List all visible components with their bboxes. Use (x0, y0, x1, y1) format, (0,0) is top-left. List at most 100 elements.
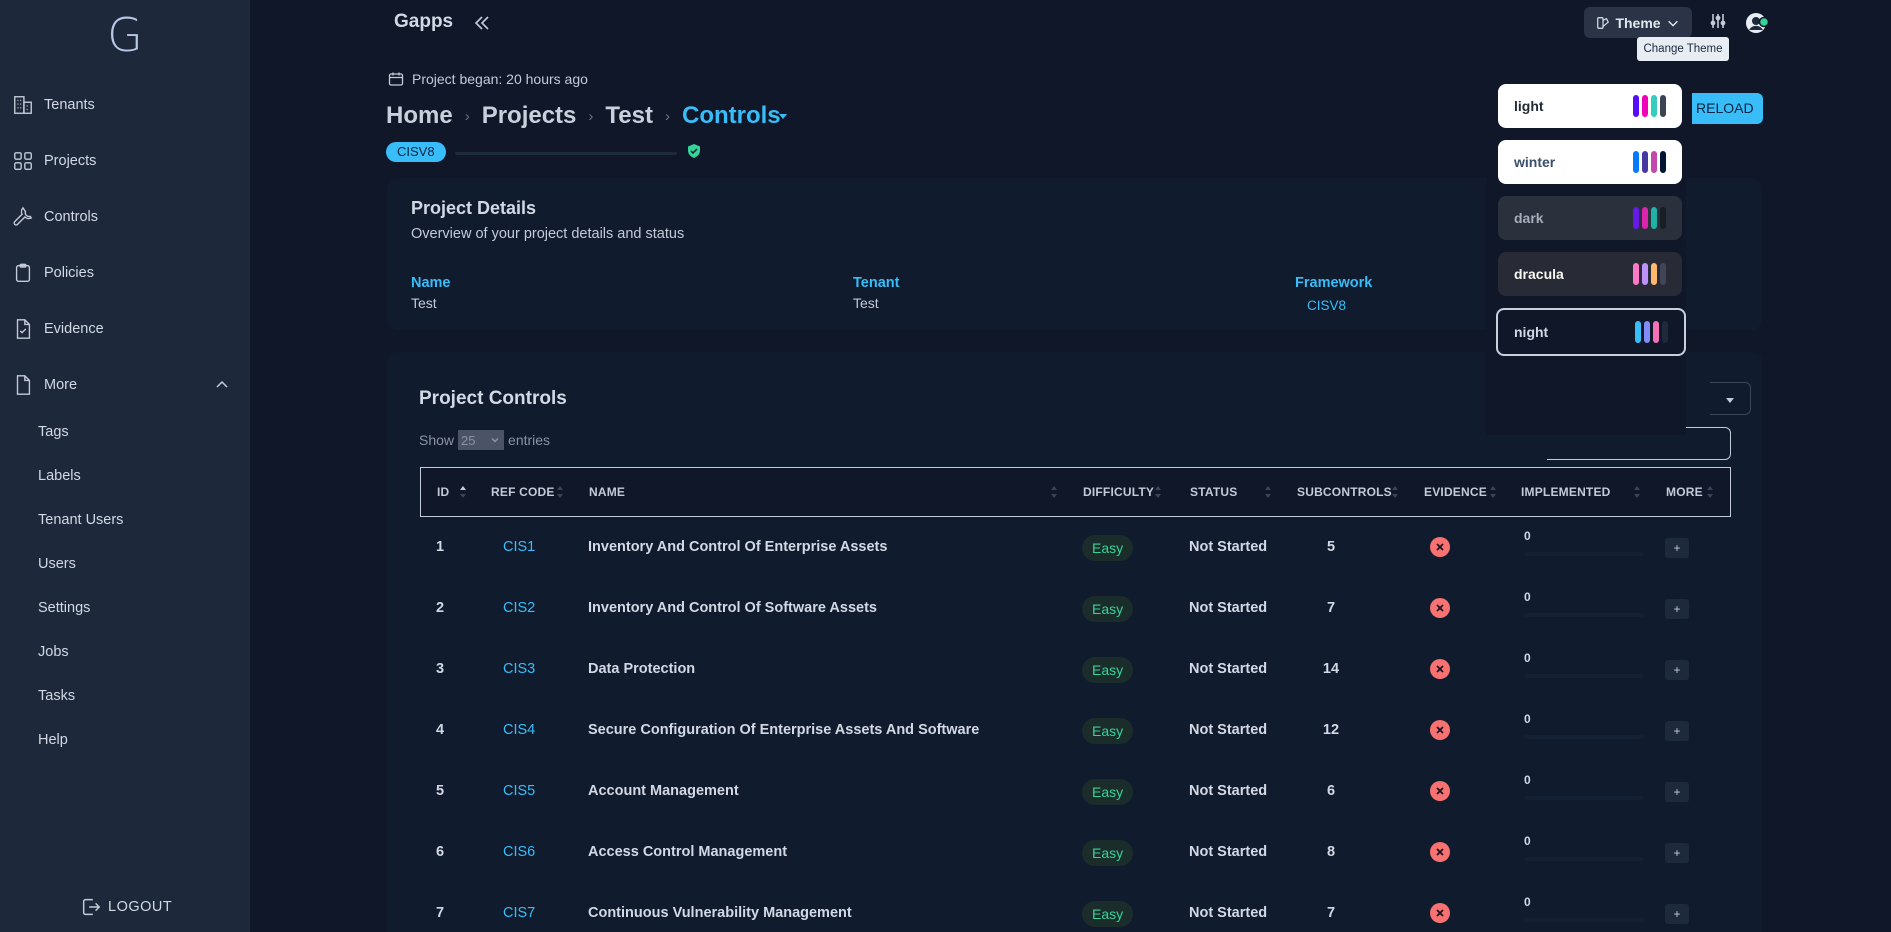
cell-name[interactable]: Access Control Management (588, 822, 787, 882)
theme-option-night[interactable]: night (1496, 308, 1686, 356)
sidebar-item-policies[interactable]: Policies (12, 258, 238, 288)
column-header-name[interactable]: NAME (589, 468, 625, 516)
filter-select[interactable] (1710, 382, 1751, 415)
sidebar-sub-tags[interactable]: Tags (38, 421, 69, 443)
sort-icon[interactable] (1706, 485, 1714, 499)
cell-ref-code[interactable]: CIS3 (503, 639, 535, 699)
breadcrumb-separator: › (588, 107, 594, 125)
implemented-value: 0 (1524, 529, 1531, 543)
sidebar-sub-users[interactable]: Users (38, 553, 76, 575)
reload-button[interactable]: RELOAD (1692, 93, 1763, 124)
project-details-subtitle: Overview of your project details and sta… (411, 226, 685, 242)
cell-name[interactable]: Continuous Vulnerability Management (588, 883, 852, 932)
avatar-icon[interactable] (1744, 10, 1770, 36)
cell-subcontrols: 6 (1326, 783, 1336, 799)
implemented-progress (1524, 857, 1644, 861)
cell-ref-code[interactable]: CIS5 (503, 761, 535, 821)
cell-name[interactable]: Inventory And Control Of Enterprise Asse… (588, 517, 887, 577)
sidebar-item-more[interactable]: More (12, 370, 238, 400)
collapse-sidebar-icon[interactable] (472, 13, 492, 33)
sort-icon[interactable] (1489, 485, 1497, 499)
more-button[interactable]: + (1665, 782, 1689, 802)
sort-icon[interactable] (1391, 485, 1399, 499)
more-button[interactable]: + (1665, 721, 1689, 741)
theme-option-label: light (1514, 98, 1544, 114)
sidebar-item-tenants[interactable]: Tenants (12, 90, 238, 120)
chevron-up-icon[interactable] (214, 377, 230, 393)
sidebar-sub-labels[interactable]: Labels (38, 465, 81, 487)
caret-down-icon (1726, 398, 1734, 403)
cell-subcontrols: 5 (1326, 539, 1336, 555)
sidebar-item-evidence[interactable]: Evidence (12, 314, 238, 344)
chevron-down-icon (491, 437, 499, 443)
sidebar-sub-jobs[interactable]: Jobs (38, 641, 69, 663)
sidebar-item-projects[interactable]: Projects (12, 146, 238, 176)
caret-down-icon[interactable] (778, 111, 788, 121)
column-header-evidence[interactable]: EVIDENCE (1424, 468, 1487, 516)
sort-icon[interactable] (459, 485, 467, 499)
cell-ref-code[interactable]: CIS2 (503, 578, 535, 638)
sort-icon[interactable] (1264, 485, 1272, 499)
implemented-value: 0 (1524, 651, 1531, 665)
sliders-icon[interactable] (1709, 12, 1727, 30)
table-row: 1 CIS1 Inventory And Control Of Enterpri… (420, 517, 1731, 577)
framework-label: Framework (1295, 275, 1373, 291)
sort-icon[interactable] (1633, 485, 1641, 499)
cell-ref-code[interactable]: CIS1 (503, 517, 535, 577)
entries-select[interactable]: 25 (458, 430, 505, 450)
column-header-status[interactable]: STATUS (1190, 468, 1237, 516)
logout-icon (82, 898, 101, 916)
calendar-icon (388, 72, 404, 86)
column-header-subcontrols[interactable]: SUBCONTROLS (1297, 468, 1392, 516)
breadcrumb-test[interactable]: Test (605, 102, 653, 130)
sidebar-item-label: Tenants (44, 97, 95, 113)
theme-option-light[interactable]: light (1498, 84, 1682, 128)
more-button[interactable]: + (1665, 599, 1689, 619)
sidebar-item-controls[interactable]: Controls (12, 202, 238, 232)
theme-option-dark[interactable]: dark (1498, 196, 1682, 240)
table-row: 3 CIS3 Data Protection Easy Not Started … (420, 639, 1731, 699)
breadcrumb-projects[interactable]: Projects (482, 102, 577, 130)
column-header-difficulty[interactable]: DIFFICULTY (1083, 468, 1154, 516)
name-label: Name (411, 275, 451, 291)
cell-name[interactable]: Secure Configuration Of Enterprise Asset… (588, 700, 979, 760)
sort-icon[interactable] (1154, 485, 1162, 499)
cell-status: Not Started (1189, 844, 1268, 860)
theme-button[interactable]: Theme (1584, 7, 1692, 38)
sidebar-sub-help[interactable]: Help (38, 729, 68, 751)
cell-ref-code[interactable]: CIS7 (503, 883, 535, 932)
framework-value[interactable]: CISV8 (1307, 298, 1346, 313)
sidebar-sub-settings[interactable]: Settings (38, 597, 90, 619)
sidebar-sub-tenant-users[interactable]: Tenant Users (38, 509, 123, 531)
breadcrumb-home[interactable]: Home (386, 102, 453, 130)
cell-name[interactable]: Account Management (588, 761, 739, 821)
cell-ref-code[interactable]: CIS6 (503, 822, 535, 882)
app-logo[interactable]: G (0, 8, 250, 62)
theme-swatches (1633, 263, 1666, 285)
difficulty-badge: Easy (1082, 718, 1134, 744)
breadcrumb-controls[interactable]: Controls (682, 102, 781, 130)
column-header-id[interactable]: ID (437, 468, 449, 516)
more-button[interactable]: + (1665, 843, 1689, 863)
more-button[interactable]: + (1665, 538, 1689, 558)
implemented-progress (1524, 552, 1644, 556)
theme-option-label: night (1514, 324, 1549, 340)
more-button[interactable]: + (1665, 660, 1689, 680)
x-circle-icon (1430, 842, 1450, 862)
column-header-implemented[interactable]: IMPLEMENTED (1521, 468, 1611, 516)
sort-icon[interactable] (556, 485, 564, 499)
logout-button[interactable]: LOGOUT (80, 896, 172, 918)
theme-option-dracula[interactable]: dracula (1498, 252, 1682, 296)
column-header-ref-code[interactable]: REF CODE (491, 468, 555, 516)
theme-option-winter[interactable]: winter (1498, 140, 1682, 184)
table-header: ID REF CODE NAME DIFFICULTY STATUS SUBCO… (420, 467, 1731, 517)
sort-icon[interactable] (1050, 485, 1058, 499)
framework-badge: CISV8 (386, 142, 446, 162)
cell-ref-code[interactable]: CIS4 (503, 700, 535, 760)
cell-name[interactable]: Inventory And Control Of Software Assets (588, 578, 877, 638)
breadcrumb: Home › Projects › Test › Controls (386, 102, 781, 130)
cell-name[interactable]: Data Protection (588, 639, 695, 699)
file-icon (16, 375, 31, 395)
more-button[interactable]: + (1665, 904, 1689, 924)
sidebar-sub-tasks[interactable]: Tasks (38, 685, 75, 707)
